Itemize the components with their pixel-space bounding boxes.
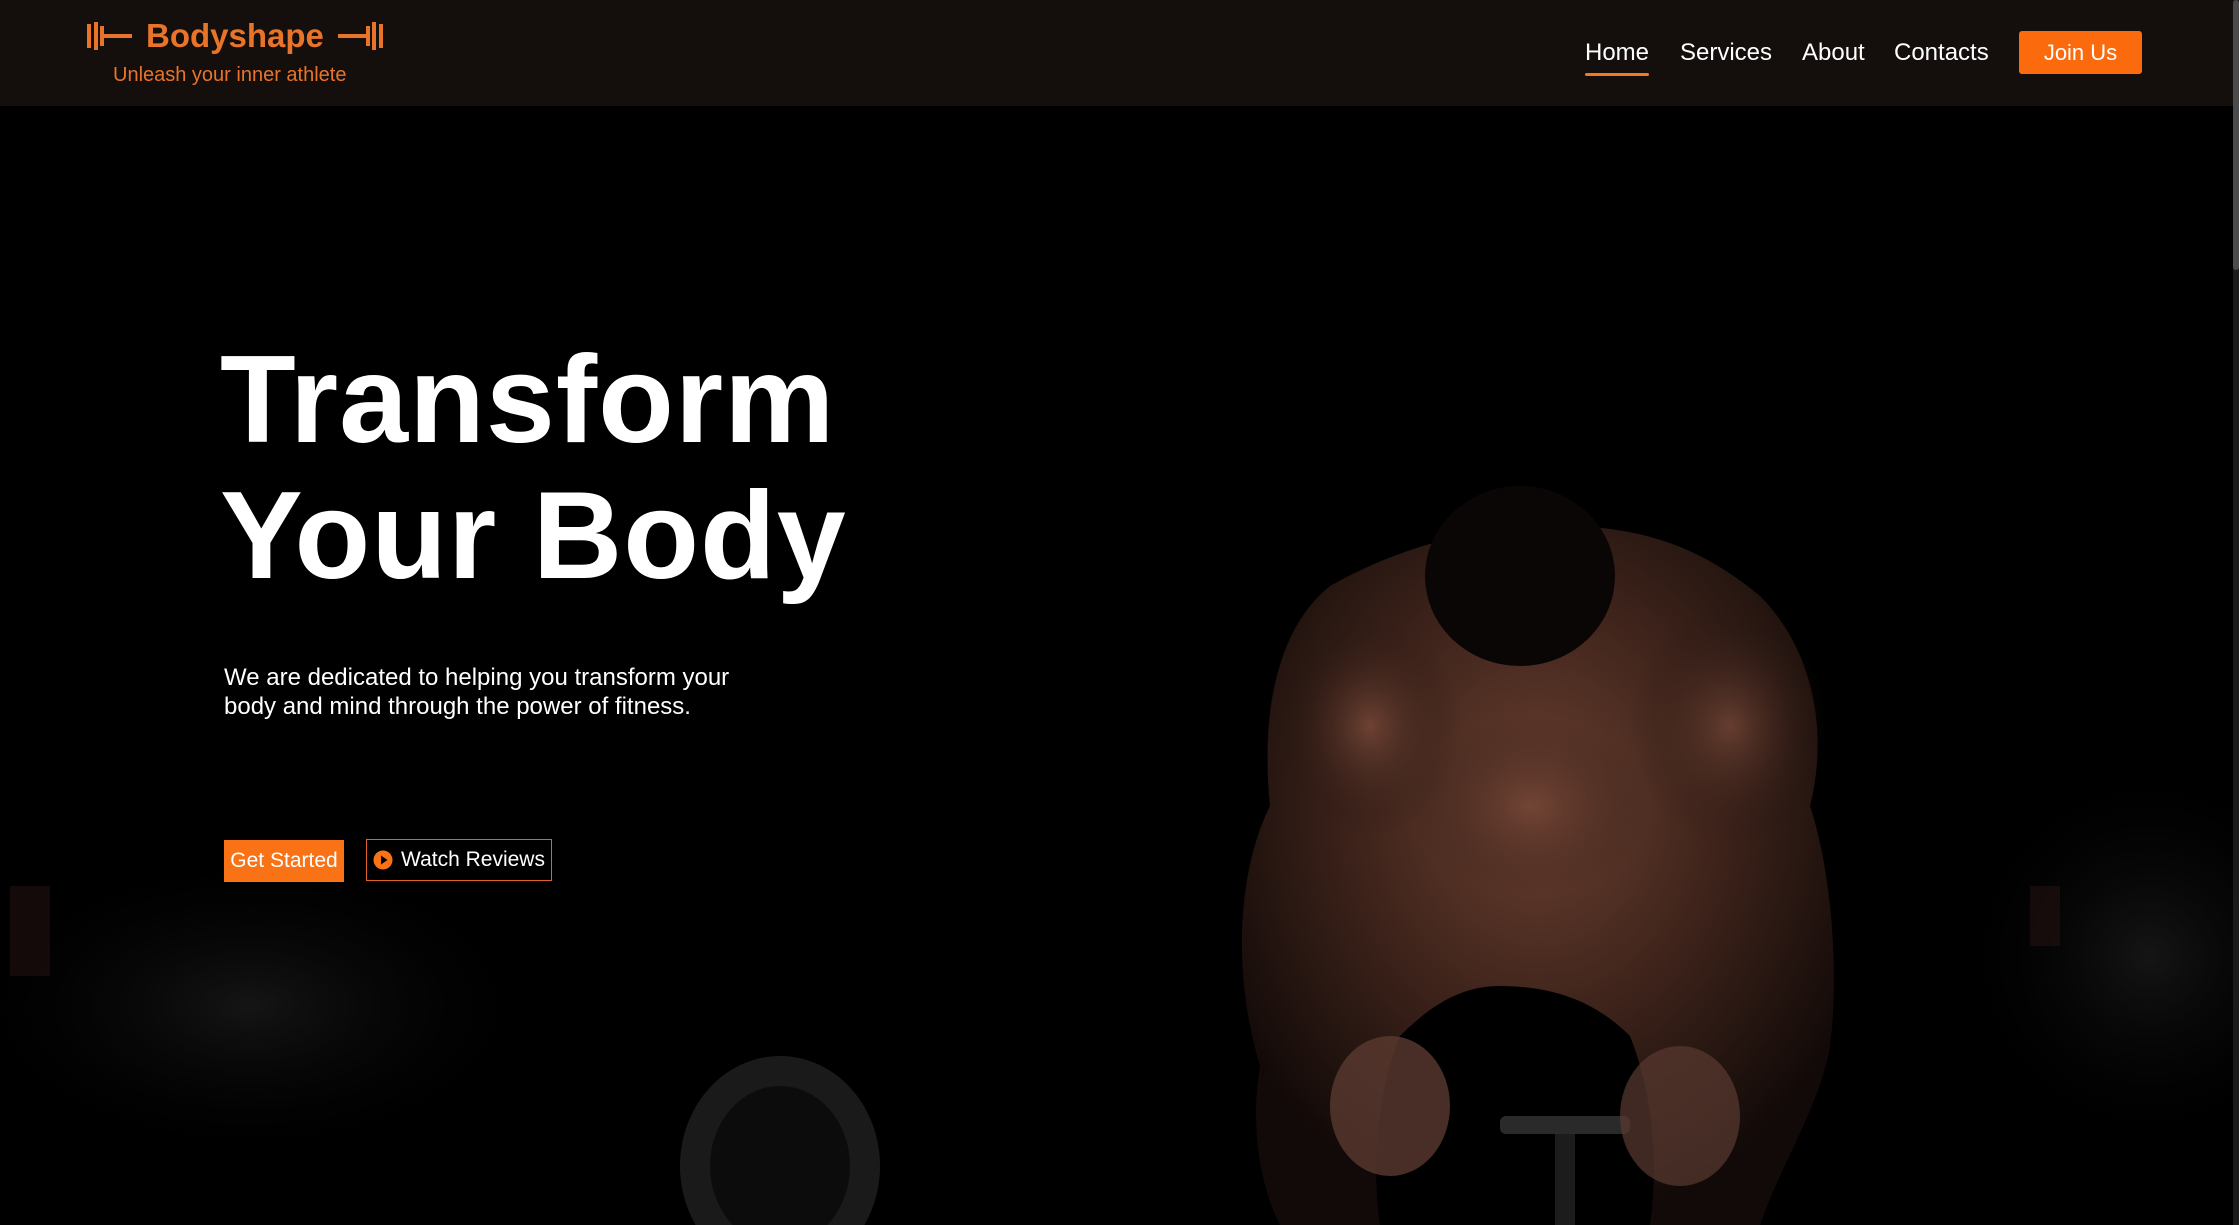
dumbbell-icon <box>337 22 383 50</box>
scrollbar-thumb[interactable] <box>2233 0 2239 270</box>
hero-title-line2: Your Body <box>220 467 847 605</box>
watch-reviews-label: Watch Reviews <box>401 848 545 871</box>
nav-item-home[interactable]: Home <box>1585 36 1650 76</box>
hero-title-line1: Transform <box>220 331 836 469</box>
page-scrollbar[interactable] <box>2233 0 2239 1225</box>
join-us-button[interactable]: Join Us <box>2019 31 2142 74</box>
navbar: Bodyshape Unleash your inner athlete Hom… <box>0 0 2239 106</box>
hero-section: Transform Your Body We are dedicated to … <box>0 106 2239 1225</box>
hero-title: Transform Your Body <box>220 332 847 604</box>
brand-name: Bodyshape <box>146 17 324 54</box>
watch-reviews-button[interactable]: Watch Reviews <box>366 839 552 881</box>
hero-description: We are dedicated to helping you transfor… <box>224 664 730 720</box>
play-circle-icon <box>373 850 393 870</box>
get-started-button[interactable]: Get Started <box>224 840 344 882</box>
nav-item-contacts[interactable]: Contacts <box>1894 36 1989 70</box>
nav-item-about[interactable]: About <box>1802 36 1865 70</box>
dumbbell-icon <box>87 22 132 50</box>
brand-row: Bodyshape <box>86 16 384 56</box>
brand-logo[interactable]: Bodyshape Unleash your inner athlete <box>86 14 386 94</box>
page: Bodyshape Unleash your inner athlete Hom… <box>0 0 2239 1225</box>
brand-tagline: Unleash your inner athlete <box>113 64 347 86</box>
nav-item-services[interactable]: Services <box>1680 36 1772 70</box>
